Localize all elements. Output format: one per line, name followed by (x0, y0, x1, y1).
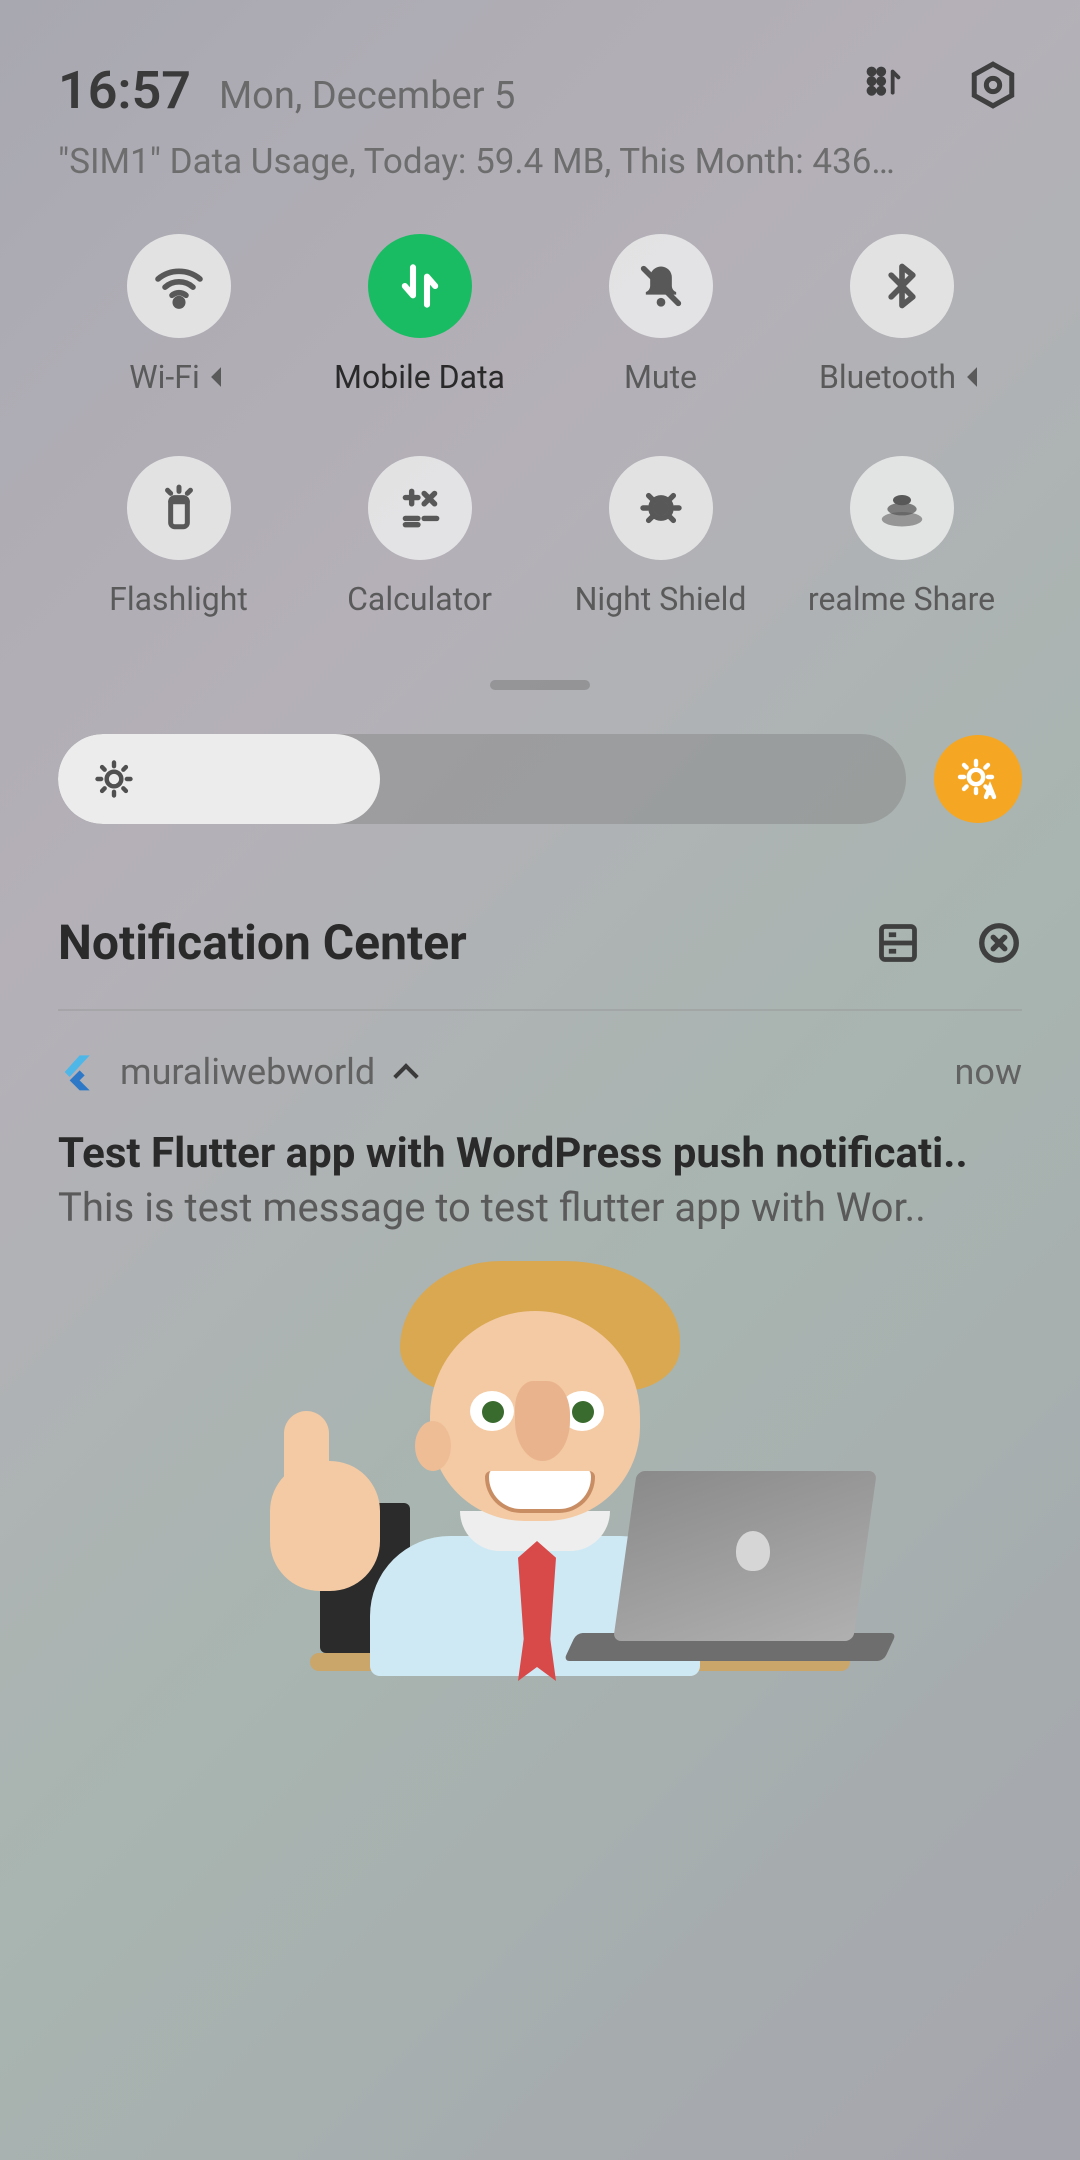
auto-brightness-button[interactable] (934, 735, 1022, 823)
wifi-icon (127, 234, 231, 338)
brightness-slider-thumb[interactable] (58, 734, 380, 824)
brightness-slider[interactable] (58, 734, 906, 824)
settings-icon[interactable] (968, 60, 1018, 110)
sim-manager-icon[interactable] (862, 62, 908, 108)
toggle-label: Mobile Data (334, 358, 505, 396)
brightness-icon (92, 757, 136, 801)
toggle-label: Wi-Fi (129, 358, 199, 396)
notification-time: now (955, 1051, 1022, 1093)
mobile-data-icon (368, 234, 472, 338)
toggle-wifi[interactable]: Wi-Fi (58, 234, 299, 396)
data-usage-text: "SIM1" Data Usage, Today: 59.4 MB, This … (58, 141, 1022, 182)
toggle-flashlight[interactable]: Flashlight (58, 456, 299, 618)
toggle-night-shield[interactable]: Night Shield (540, 456, 781, 618)
status-header: 16:57 Mon, December 5 (58, 60, 1022, 121)
calculator-icon (368, 456, 472, 560)
notification-app-name: muraliwebworld (120, 1051, 375, 1093)
clock-date: Mon, December 5 (219, 74, 515, 118)
auto-brightness-icon (954, 755, 1002, 803)
flutter-icon (58, 1052, 98, 1092)
notification-image (58, 1261, 1022, 1671)
flashlight-icon (127, 456, 231, 560)
divider (58, 1009, 1022, 1011)
night-shield-icon (609, 456, 713, 560)
toggle-label: Mute (624, 358, 697, 396)
quick-settings-grid: Wi-Fi Mobile Data (58, 234, 1022, 618)
toggle-bluetooth[interactable]: Bluetooth (781, 234, 1022, 396)
toggle-label: realme Share (808, 580, 995, 618)
chevron-up-icon[interactable] (393, 1063, 418, 1088)
expand-icon[interactable] (211, 367, 231, 387)
mute-icon (609, 234, 713, 338)
clock-time: 16:57 (58, 60, 191, 121)
toggle-mobile-data[interactable]: Mobile Data (299, 234, 540, 396)
notification-body: This is test message to test flutter app… (58, 1184, 1022, 1231)
notification-manage-icon[interactable] (876, 921, 920, 965)
toggle-label: Flashlight (109, 580, 248, 618)
toggle-label: Calculator (347, 580, 492, 618)
toggle-label: Bluetooth (819, 358, 956, 396)
bluetooth-icon (850, 234, 954, 338)
clear-all-icon[interactable] (976, 920, 1022, 966)
toggle-label: Night Shield (575, 580, 747, 618)
toggle-mute[interactable]: Mute (540, 234, 781, 396)
panel-drag-handle[interactable] (490, 680, 590, 690)
notification-title: Test Flutter app with WordPress push not… (58, 1129, 1022, 1178)
notification-center-title: Notification Center (58, 914, 467, 971)
toggle-realme-share[interactable]: realme Share (781, 456, 1022, 618)
toggle-calculator[interactable]: Calculator (299, 456, 540, 618)
realme-share-icon (850, 456, 954, 560)
expand-icon[interactable] (967, 367, 987, 387)
notification-card[interactable]: muraliwebworld now Test Flutter app with… (58, 1051, 1022, 1671)
